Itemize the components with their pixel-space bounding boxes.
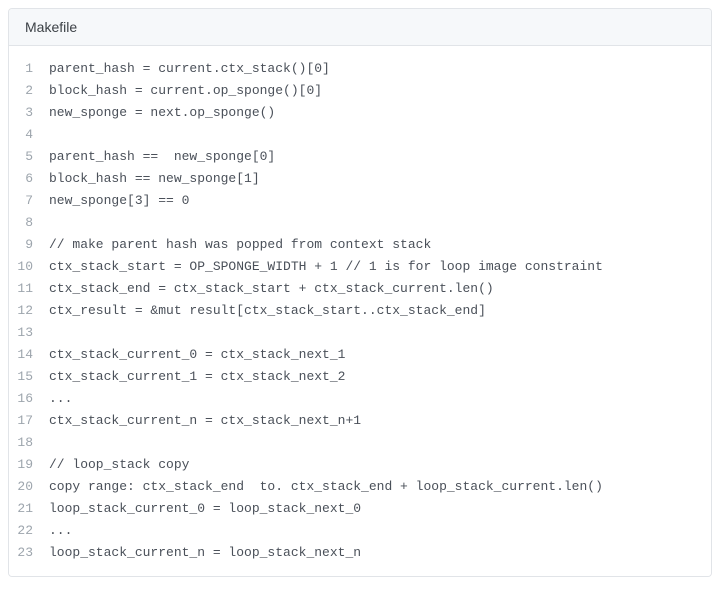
- code-line: 3 new_sponge = next.op_sponge(): [9, 102, 711, 124]
- line-content: parent_hash == new_sponge[0]: [49, 146, 291, 168]
- line-number: 15: [9, 366, 49, 388]
- code-line: 21 loop_stack_current_0 = loop_stack_nex…: [9, 498, 711, 520]
- line-number: 7: [9, 190, 49, 212]
- code-line: 15 ctx_stack_current_1 = ctx_stack_next_…: [9, 366, 711, 388]
- line-number: 4: [9, 124, 49, 146]
- code-block: Makefile 1 parent_hash = current.ctx_sta…: [8, 8, 712, 577]
- line-content: ctx_stack_current_n = ctx_stack_next_n+1: [49, 410, 377, 432]
- code-header: Makefile: [9, 9, 711, 46]
- line-content: ctx_stack_current_0 = ctx_stack_next_1: [49, 344, 361, 366]
- line-number: 16: [9, 388, 49, 410]
- line-content: ctx_stack_current_1 = ctx_stack_next_2: [49, 366, 361, 388]
- line-number: 9: [9, 234, 49, 256]
- code-line: 2 block_hash = current.op_sponge()[0]: [9, 80, 711, 102]
- code-line: 14 ctx_stack_current_0 = ctx_stack_next_…: [9, 344, 711, 366]
- code-line: 6 block_hash == new_sponge[1]: [9, 168, 711, 190]
- line-number: 23: [9, 542, 49, 564]
- line-content: // loop_stack copy: [49, 454, 205, 476]
- line-content: loop_stack_current_n = loop_stack_next_n: [49, 542, 377, 564]
- line-number: 1: [9, 58, 49, 80]
- line-number: 22: [9, 520, 49, 542]
- line-number: 8: [9, 212, 49, 234]
- code-line: 11 ctx_stack_end = ctx_stack_start + ctx…: [9, 278, 711, 300]
- line-content: ...: [49, 388, 88, 410]
- line-number: 17: [9, 410, 49, 432]
- code-line: 22 ...: [9, 520, 711, 542]
- code-line: 9 // make parent hash was popped from co…: [9, 234, 711, 256]
- line-number: 14: [9, 344, 49, 366]
- line-number: 21: [9, 498, 49, 520]
- code-line: 1 parent_hash = current.ctx_stack()[0]: [9, 58, 711, 80]
- line-content: loop_stack_current_0 = loop_stack_next_0: [49, 498, 377, 520]
- line-content: new_sponge[3] == 0: [49, 190, 205, 212]
- line-number: 3: [9, 102, 49, 124]
- line-number: 11: [9, 278, 49, 300]
- line-content: ctx_result = &mut result[ctx_stack_start…: [49, 300, 502, 322]
- line-content: ctx_stack_start = OP_SPONGE_WIDTH + 1 //…: [49, 256, 619, 278]
- code-line: 23 loop_stack_current_n = loop_stack_nex…: [9, 542, 711, 564]
- code-line: 7 new_sponge[3] == 0: [9, 190, 711, 212]
- code-line: 19 // loop_stack copy: [9, 454, 711, 476]
- line-content: copy range: ctx_stack_end to. ctx_stack_…: [49, 476, 619, 498]
- line-content: block_hash = current.op_sponge()[0]: [49, 80, 338, 102]
- line-number: 12: [9, 300, 49, 322]
- line-content: block_hash == new_sponge[1]: [49, 168, 276, 190]
- line-content: new_sponge = next.op_sponge(): [49, 102, 291, 124]
- code-body: 1 parent_hash = current.ctx_stack()[0] 2…: [9, 46, 711, 576]
- line-number: 13: [9, 322, 49, 344]
- line-number: 5: [9, 146, 49, 168]
- code-line: 12 ctx_result = &mut result[ctx_stack_st…: [9, 300, 711, 322]
- code-line: 4: [9, 124, 711, 146]
- code-line: 17 ctx_stack_current_n = ctx_stack_next_…: [9, 410, 711, 432]
- code-line: 10 ctx_stack_start = OP_SPONGE_WIDTH + 1…: [9, 256, 711, 278]
- code-line: 20 copy range: ctx_stack_end to. ctx_sta…: [9, 476, 711, 498]
- line-number: 6: [9, 168, 49, 190]
- line-content: parent_hash = current.ctx_stack()[0]: [49, 58, 346, 80]
- line-content: ...: [49, 520, 88, 542]
- code-line: 8: [9, 212, 711, 234]
- line-number: 19: [9, 454, 49, 476]
- code-line: 18: [9, 432, 711, 454]
- line-content: ctx_stack_end = ctx_stack_start + ctx_st…: [49, 278, 510, 300]
- line-number: 20: [9, 476, 49, 498]
- code-language-label: Makefile: [25, 19, 77, 35]
- line-content: // make parent hash was popped from cont…: [49, 234, 447, 256]
- line-number: 18: [9, 432, 49, 454]
- code-line: 13: [9, 322, 711, 344]
- line-number: 10: [9, 256, 49, 278]
- line-number: 2: [9, 80, 49, 102]
- code-line: 16 ...: [9, 388, 711, 410]
- code-line: 5 parent_hash == new_sponge[0]: [9, 146, 711, 168]
